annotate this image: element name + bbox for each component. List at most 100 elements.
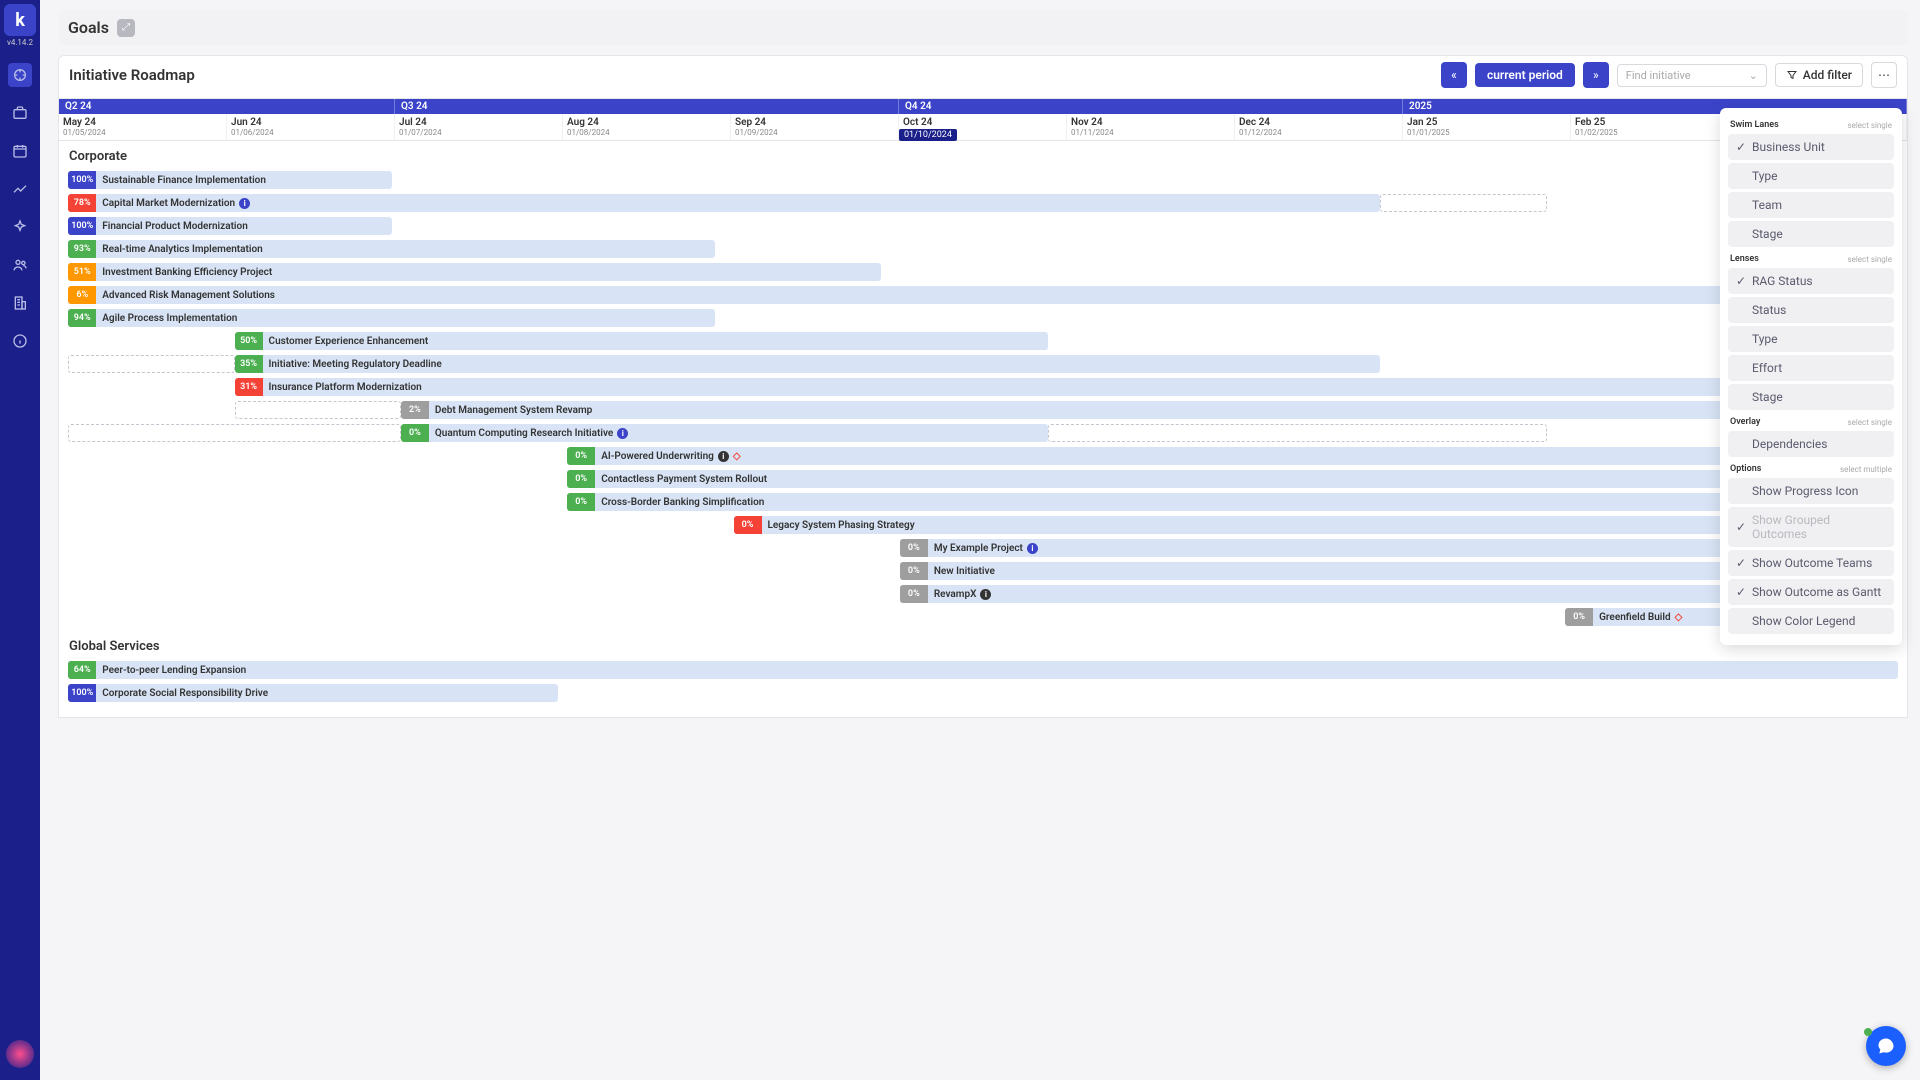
initiative-row: 0%My Example Projecti	[59, 539, 1907, 559]
progress-badge: 31%	[235, 378, 263, 396]
initiative-bar[interactable]: 31%Insurance Platform Modernization	[235, 378, 1898, 396]
nav-briefcase-icon[interactable]	[8, 101, 32, 125]
user-avatar[interactable]	[6, 1040, 34, 1068]
month-date: 01/12/2024	[1239, 128, 1398, 137]
initiative-bar[interactable]: 100%Corporate Social Responsibility Driv…	[68, 684, 558, 702]
progress-badge: 50%	[235, 332, 263, 350]
panel-section-header: Swim Lanesselect single	[1728, 116, 1894, 134]
panel-option[interactable]: ✓Stage	[1728, 384, 1894, 410]
panel-option[interactable]: ✓Dependencies	[1728, 431, 1894, 457]
progress-badge: 64%	[68, 661, 96, 679]
nav-building-icon[interactable]	[8, 291, 32, 315]
info-icon[interactable]: i	[980, 589, 991, 600]
progress-badge: 35%	[235, 355, 263, 373]
panel-option[interactable]: ✓Show Progress Icon	[1728, 478, 1894, 504]
month-name: Nov 24	[1071, 117, 1230, 128]
initiative-bar[interactable]: 100%Sustainable Finance Implementation	[68, 171, 391, 189]
month-cell: Jun 2401/06/2024	[227, 114, 395, 140]
prev-period-button[interactable]: «	[1441, 62, 1467, 88]
panel-option[interactable]: ✓RAG Status	[1728, 268, 1894, 294]
search-initiative-input[interactable]: Find initiative ⌄	[1617, 64, 1767, 87]
expand-icon[interactable]: ⤢	[117, 19, 135, 37]
initiative-label: New Initiative	[928, 566, 995, 577]
month-cell: Jul 2401/07/2024	[395, 114, 563, 140]
initiative-label: Debt Management System Revamp	[429, 405, 592, 416]
panel-option[interactable]: ✓Type	[1728, 326, 1894, 352]
panel-option-label: Stage	[1752, 390, 1783, 404]
panel-option-label: Show Progress Icon	[1752, 484, 1858, 498]
notification-dot	[1864, 1028, 1872, 1036]
initiative-row: 94%Agile Process Implementation	[59, 309, 1907, 329]
quarter-cell: Q3 24	[395, 99, 899, 114]
nav-calendar-icon[interactable]	[8, 139, 32, 163]
initiative-bar[interactable]: 51%Investment Banking Efficiency Project	[68, 263, 881, 281]
more-options-button[interactable]: ⋯	[1871, 62, 1897, 88]
panel-option[interactable]: ✓Business Unit	[1728, 134, 1894, 160]
month-cell: Jan 2501/01/2025	[1403, 114, 1571, 140]
month-date: 01/09/2024	[735, 128, 894, 137]
quarter-cell: Q2 24	[59, 99, 395, 114]
swimlane-header[interactable]: Corporate	[59, 141, 1907, 168]
panel-option[interactable]: ✓Team	[1728, 192, 1894, 218]
progress-badge: 0%	[567, 470, 595, 488]
month-date: 01/05/2024	[63, 128, 222, 137]
month-cell: Dec 2401/12/2024	[1235, 114, 1403, 140]
roadmap-title: Initiative Roadmap	[69, 66, 195, 84]
initiative-bar[interactable]: 0%Cross-Border Banking Simplification	[567, 493, 1898, 511]
initiative-label: Insurance Platform Modernization	[263, 382, 422, 393]
progress-badge: 0%	[401, 424, 429, 442]
chat-fab[interactable]	[1866, 1026, 1906, 1066]
initiative-bar[interactable]: 64%Peer-to-peer Lending Expansion	[68, 661, 1898, 679]
initiative-bar[interactable]: 0%Quantum Computing Research Initiativei	[401, 424, 1048, 442]
initiative-bar[interactable]: 93%Real-time Analytics Implementation	[68, 240, 715, 258]
panel-option[interactable]: ✓Type	[1728, 163, 1894, 189]
initiative-label: AI-Powered Underwritingi◇	[595, 451, 740, 462]
initiative-label: Customer Experience Enhancement	[263, 336, 429, 347]
nav-goals-icon[interactable]	[8, 63, 32, 87]
nav-chart-icon[interactable]	[8, 177, 32, 201]
app-logo[interactable]: k	[4, 4, 36, 36]
initiative-label: Initiative: Meeting Regulatory Deadline	[263, 359, 442, 370]
initiative-bar[interactable]: 78%Capital Market Modernizationi	[68, 194, 1380, 212]
nav-users-icon[interactable]	[8, 253, 32, 277]
month-cell: Aug 2401/08/2024	[563, 114, 731, 140]
panel-option[interactable]: ✓Status	[1728, 297, 1894, 323]
initiative-bar[interactable]: 0%My Example Projecti	[900, 539, 1732, 557]
initiative-row: 50%Customer Experience Enhancement	[59, 332, 1907, 352]
current-period-button[interactable]: current period	[1475, 63, 1575, 87]
swimlane-header[interactable]: Global Services	[59, 631, 1907, 658]
initiative-label: Investment Banking Efficiency Project	[96, 267, 272, 278]
panel-section-header: Optionsselect multiple	[1728, 460, 1894, 478]
initiative-row: 93%Real-time Analytics Implementation	[59, 240, 1907, 260]
panel-option[interactable]: ✓Effort	[1728, 355, 1894, 381]
panel-option-label: Business Unit	[1752, 140, 1825, 154]
app-version: v4.14.2	[7, 38, 33, 47]
panel-option[interactable]: ✓Show Color Legend	[1728, 608, 1894, 634]
info-icon[interactable]: i	[617, 428, 628, 439]
initiative-bar[interactable]: 0%Contactless Payment System Rollout	[567, 470, 1898, 488]
info-icon[interactable]: i	[1027, 543, 1038, 554]
initiative-label: Legacy System Phasing Strategy	[762, 520, 915, 531]
month-date: 01/02/2025	[1575, 128, 1734, 137]
initiative-bar[interactable]: 94%Agile Process Implementation	[68, 309, 715, 327]
check-icon: ✓	[1736, 585, 1746, 599]
initiative-bar[interactable]: 6%Advanced Risk Management Solutions	[68, 286, 1898, 304]
initiative-bar[interactable]: 50%Customer Experience Enhancement	[235, 332, 1048, 350]
initiative-bar[interactable]: 35%Initiative: Meeting Regulatory Deadli…	[235, 355, 1381, 373]
panel-option[interactable]: ✓Show Grouped Outcomes	[1728, 507, 1894, 547]
progress-badge: 100%	[68, 684, 96, 702]
nav-info-icon[interactable]	[8, 329, 32, 353]
chat-icon	[1876, 1036, 1896, 1056]
initiative-bar[interactable]: 100%Financial Product Modernization	[68, 217, 391, 235]
month-name: Feb 25	[1575, 117, 1734, 128]
nav-sparkle-icon[interactable]	[8, 215, 32, 239]
initiative-bar[interactable]: 0%AI-Powered Underwritingi◇	[567, 447, 1898, 465]
initiative-bar[interactable]: 2%Debt Management System Revamp	[401, 401, 1898, 419]
panel-option[interactable]: ✓Show Outcome Teams	[1728, 550, 1894, 576]
info-icon[interactable]: i	[718, 451, 729, 462]
info-icon[interactable]: i	[239, 198, 250, 209]
next-period-button[interactable]: »	[1583, 62, 1609, 88]
panel-option[interactable]: ✓Show Outcome as Gantt	[1728, 579, 1894, 605]
add-filter-button[interactable]: Add filter	[1775, 63, 1863, 87]
panel-option[interactable]: ✓Stage	[1728, 221, 1894, 247]
